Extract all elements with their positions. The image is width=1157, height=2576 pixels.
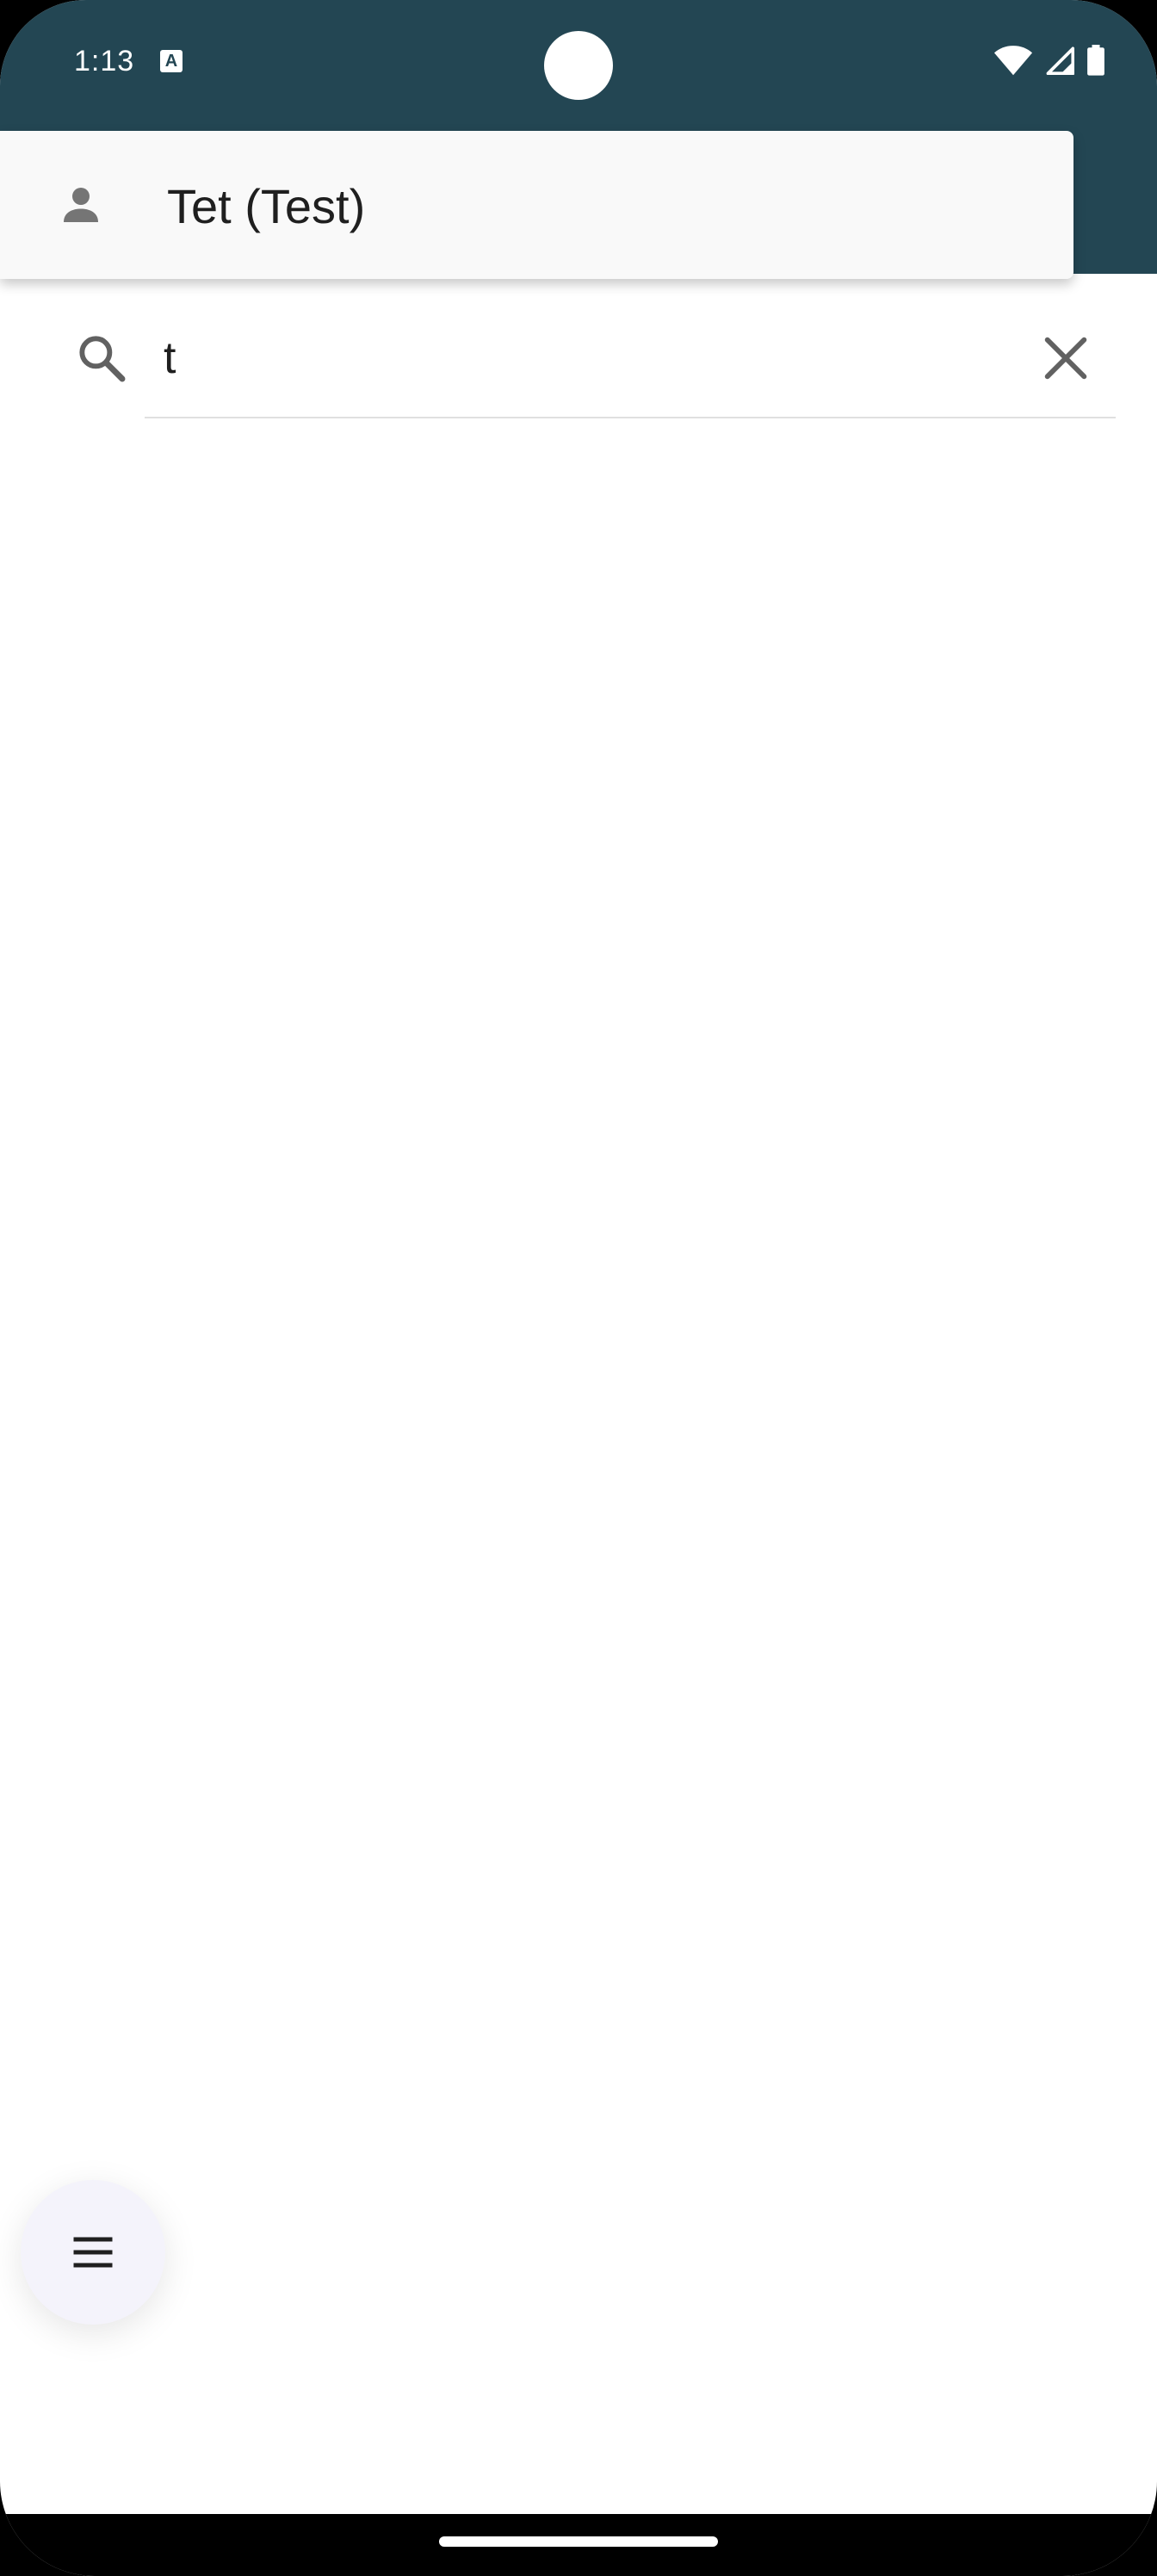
- phone-screen: 1:13 A Tet (Test): [0, 0, 1157, 2576]
- battery-icon: [1087, 45, 1104, 76]
- search-bar: [0, 310, 1157, 422]
- status-bar: 1:13 A: [0, 0, 1157, 129]
- cellular-signal-icon: [1046, 46, 1074, 75]
- keyboard-indicator-icon: A: [160, 50, 183, 72]
- person-icon: [64, 188, 98, 222]
- suggestion-label: Tet (Test): [167, 179, 366, 233]
- status-time: 1:13: [74, 45, 135, 77]
- close-icon[interactable]: [1038, 331, 1093, 386]
- search-underline: [145, 417, 1116, 418]
- menu-button[interactable]: [21, 2180, 165, 2325]
- status-icons: [993, 43, 1105, 77]
- search-icon: [79, 336, 126, 382]
- camera-cutout: [544, 31, 613, 100]
- wifi-icon: [993, 46, 1033, 76]
- suggestion-dropdown: Tet (Test): [0, 131, 1073, 279]
- menu-icon: [73, 2237, 113, 2268]
- navigation-bar: [0, 2514, 1157, 2576]
- suggestion-item[interactable]: Tet (Test): [0, 131, 1073, 279]
- home-gesture-handle[interactable]: [439, 2536, 718, 2547]
- search-input[interactable]: [164, 327, 1007, 389]
